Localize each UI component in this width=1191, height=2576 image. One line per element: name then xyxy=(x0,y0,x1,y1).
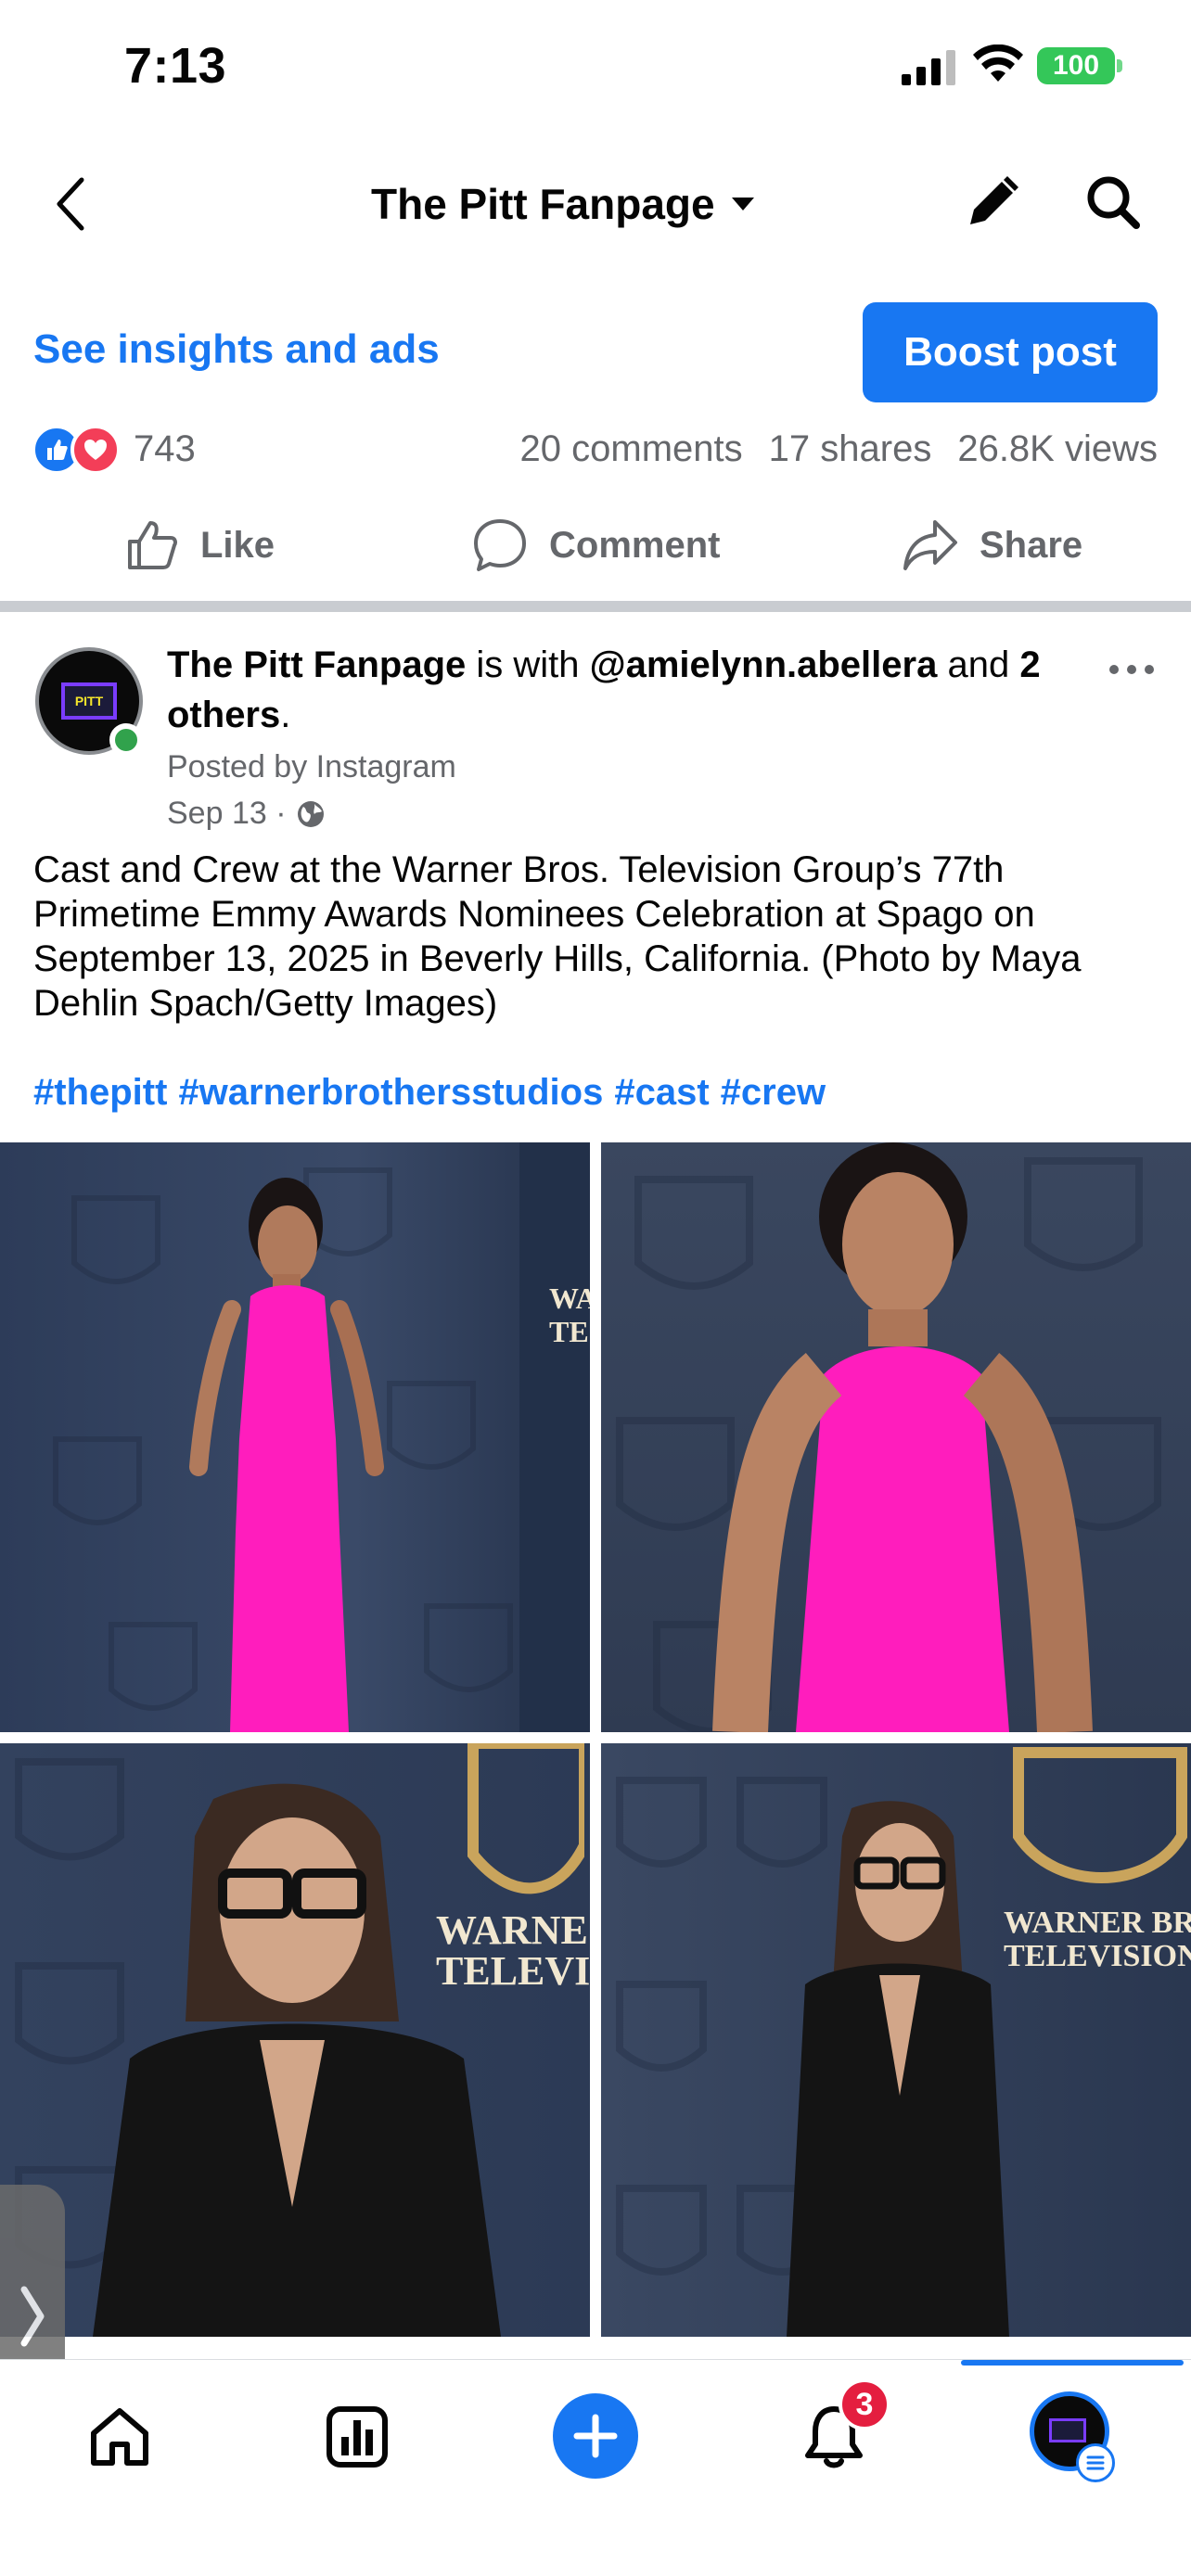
and-text: and xyxy=(937,644,1020,685)
tagged-user[interactable]: @amielynn.abellera xyxy=(590,644,938,685)
status-bar: 7:13 100 xyxy=(0,0,1191,130)
see-insights-link[interactable]: See insights and ads xyxy=(33,326,440,373)
active-tab-indicator xyxy=(961,2360,1184,2366)
more-dot-icon xyxy=(1127,665,1136,674)
nav-home[interactable] xyxy=(78,2395,161,2479)
shares-count[interactable]: 17 shares xyxy=(769,428,932,470)
share-button[interactable]: Share xyxy=(902,503,1082,588)
person-figure xyxy=(93,1783,501,2337)
boost-post-button[interactable]: Boost post xyxy=(863,302,1158,402)
comment-label: Comment xyxy=(549,524,721,566)
home-icon xyxy=(91,2408,148,2466)
caret-down-icon xyxy=(731,198,754,210)
bar-chart-icon xyxy=(327,2406,388,2468)
hashtag-link[interactable]: #crew xyxy=(721,1072,826,1114)
page-title: The Pitt Fanpage xyxy=(371,180,715,228)
edit-button[interactable] xyxy=(961,171,1024,234)
search-icon xyxy=(1087,176,1140,229)
section-divider xyxy=(0,601,1191,612)
post-photo[interactable]: WARNER BRO TELEVISION GROU xyxy=(601,1743,1191,2337)
like-label: Like xyxy=(200,524,275,566)
wifi-icon xyxy=(973,45,1023,82)
post-photo[interactable] xyxy=(601,1142,1191,1732)
post-date-row: Sep 13 · xyxy=(167,796,326,832)
notification-badge: 3 xyxy=(839,2378,890,2430)
post-photo[interactable]: WARNE TELEVISIO xyxy=(0,1743,590,2337)
comments-count[interactable]: 20 comments xyxy=(520,428,743,470)
engagement-counts: 20 comments 17 shares 26.8K views xyxy=(520,428,1158,470)
more-dot-icon xyxy=(1109,665,1119,674)
with-text: is with xyxy=(466,644,590,685)
chevron-right-icon xyxy=(20,2286,45,2347)
hashtag-link[interactable]: #cast xyxy=(614,1072,709,1114)
share-label: Share xyxy=(980,524,1083,566)
love-reaction-icon xyxy=(70,425,121,475)
comment-button[interactable]: Comment xyxy=(471,503,720,588)
page-header: The Pitt Fanpage xyxy=(0,148,1191,260)
backdrop-text: WA TE xyxy=(549,1282,590,1348)
share-arrow-icon xyxy=(903,520,957,570)
reactions-summary[interactable] xyxy=(32,425,124,475)
person-figure xyxy=(712,1142,1093,1732)
post-date[interactable]: Sep 13 · xyxy=(167,796,287,832)
post-more-button[interactable] xyxy=(1102,651,1161,688)
page-switcher[interactable]: The Pitt Fanpage xyxy=(371,171,756,237)
views-count[interactable]: 26.8K views xyxy=(957,428,1158,470)
thumbs-up-icon xyxy=(128,521,177,569)
battery-nub xyxy=(1117,59,1122,72)
backdrop-panel xyxy=(519,1142,590,1732)
online-status-dot xyxy=(109,723,143,757)
create-post-button[interactable] xyxy=(553,2393,638,2479)
pencil-icon xyxy=(970,176,1018,224)
hashtag-list: #thepitt #warnerbrothersstudios #cast #c… xyxy=(33,1072,826,1114)
like-button[interactable]: Like xyxy=(124,503,275,588)
more-dot-icon xyxy=(1145,665,1154,674)
plus-icon xyxy=(573,2414,618,2458)
signal-icon xyxy=(902,50,955,85)
post-author-line: The Pitt Fanpage is with @amielynn.abell… xyxy=(167,640,1091,740)
menu-lines-icon xyxy=(1086,2455,1105,2470)
post-author-name[interactable]: The Pitt Fanpage xyxy=(167,644,466,685)
reaction-count[interactable]: 743 xyxy=(134,428,196,470)
hashtag-link[interactable]: #warnerbrothersstudios xyxy=(178,1072,603,1114)
status-time: 7:13 xyxy=(124,38,227,94)
comment-bubble-icon xyxy=(474,519,526,571)
person-figure xyxy=(189,1178,384,1732)
avatar-logo-mini xyxy=(1049,2418,1086,2442)
hashtag-link[interactable]: #thepitt xyxy=(33,1072,167,1114)
globe-icon xyxy=(297,800,324,827)
profile-menu-badge xyxy=(1076,2443,1115,2482)
post-photo[interactable]: WA TE xyxy=(0,1142,590,1732)
search-button[interactable] xyxy=(1082,171,1145,234)
nav-insights[interactable] xyxy=(315,2395,399,2479)
post-actions: Like Comment Share xyxy=(0,503,1191,588)
battery-indicator: 100 xyxy=(1037,47,1115,84)
bottom-navigation: 3 xyxy=(0,2359,1191,2576)
period-text: . xyxy=(280,695,291,735)
back-arrow-icon xyxy=(57,177,84,231)
posted-by-label: Posted by Instagram xyxy=(167,749,456,784)
post-stats: 743 20 comments 17 shares 26.8K views xyxy=(0,417,1191,482)
post-caption: Cast and Crew at the Warner Bros. Televi… xyxy=(33,849,1082,1024)
person-figure xyxy=(787,1801,1009,2337)
avatar-logo: PITT xyxy=(61,682,117,720)
back-button[interactable] xyxy=(43,169,98,239)
